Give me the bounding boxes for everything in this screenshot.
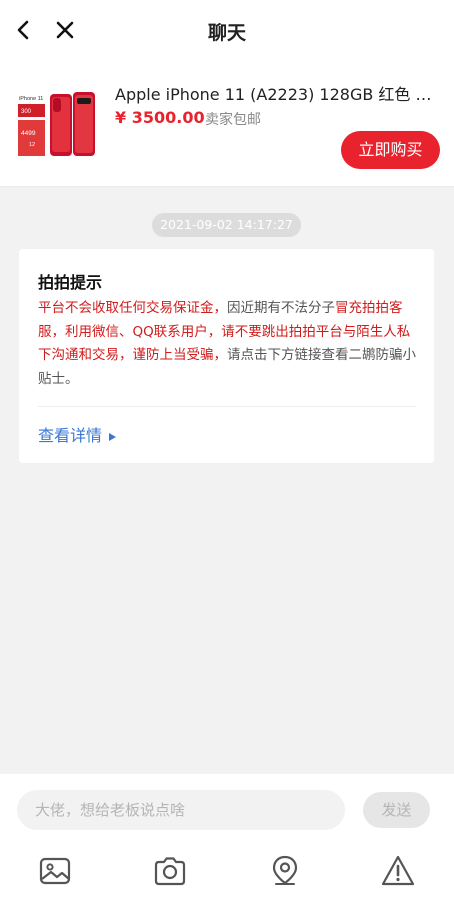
buy-now-button[interactable]: 立即购买	[341, 131, 440, 169]
send-button[interactable]: 发送	[363, 792, 430, 828]
thumbnail-price: 4499	[21, 130, 36, 137]
warning-icon[interactable]	[381, 854, 415, 888]
product-title: Apple iPhone 11 (A2223) 128GB 红色 移动联通电信4…	[115, 85, 433, 104]
tip-divider	[38, 406, 416, 407]
message-input[interactable]	[17, 790, 345, 830]
composer-bar: 发送	[0, 774, 454, 897]
camera-icon[interactable]	[153, 854, 187, 888]
page-title: 聊天	[207, 22, 246, 44]
play-arrow-icon	[109, 432, 117, 441]
tip-warning-text: 平台不会收取任何交易保证金，	[38, 300, 227, 316]
thumbnail-badge: 300	[21, 109, 32, 115]
header: 聊天	[0, 0, 454, 62]
tip-title: 拍拍提示	[38, 273, 103, 292]
product-price: ¥ 3500.00	[115, 108, 205, 127]
tip-text: 因近期有不法分子	[227, 300, 335, 316]
location-icon[interactable]	[268, 854, 302, 888]
product-thumbnail: iPhone 11 300 4499 12	[16, 90, 96, 160]
thumbnail-label: iPhone 11	[19, 96, 43, 102]
thumbnail-installment: 12	[29, 142, 35, 148]
divider	[0, 186, 454, 187]
message-timestamp: 2021-09-02 14:17:27	[152, 213, 301, 237]
shipping-label: 卖家包邮	[205, 112, 261, 128]
tip-body: 平台不会收取任何交易保证金，因近期有不法分子冒充拍拍客服，利用微信、QQ联系用户…	[38, 297, 416, 391]
view-details-label: 查看详情	[38, 426, 103, 445]
safety-tip-card: 拍拍提示 平台不会收取任何交易保证金，因近期有不法分子冒充拍拍客服，利用微信、Q…	[19, 249, 434, 463]
image-icon[interactable]	[38, 854, 72, 888]
view-details-link[interactable]: 查看详情	[38, 422, 117, 446]
